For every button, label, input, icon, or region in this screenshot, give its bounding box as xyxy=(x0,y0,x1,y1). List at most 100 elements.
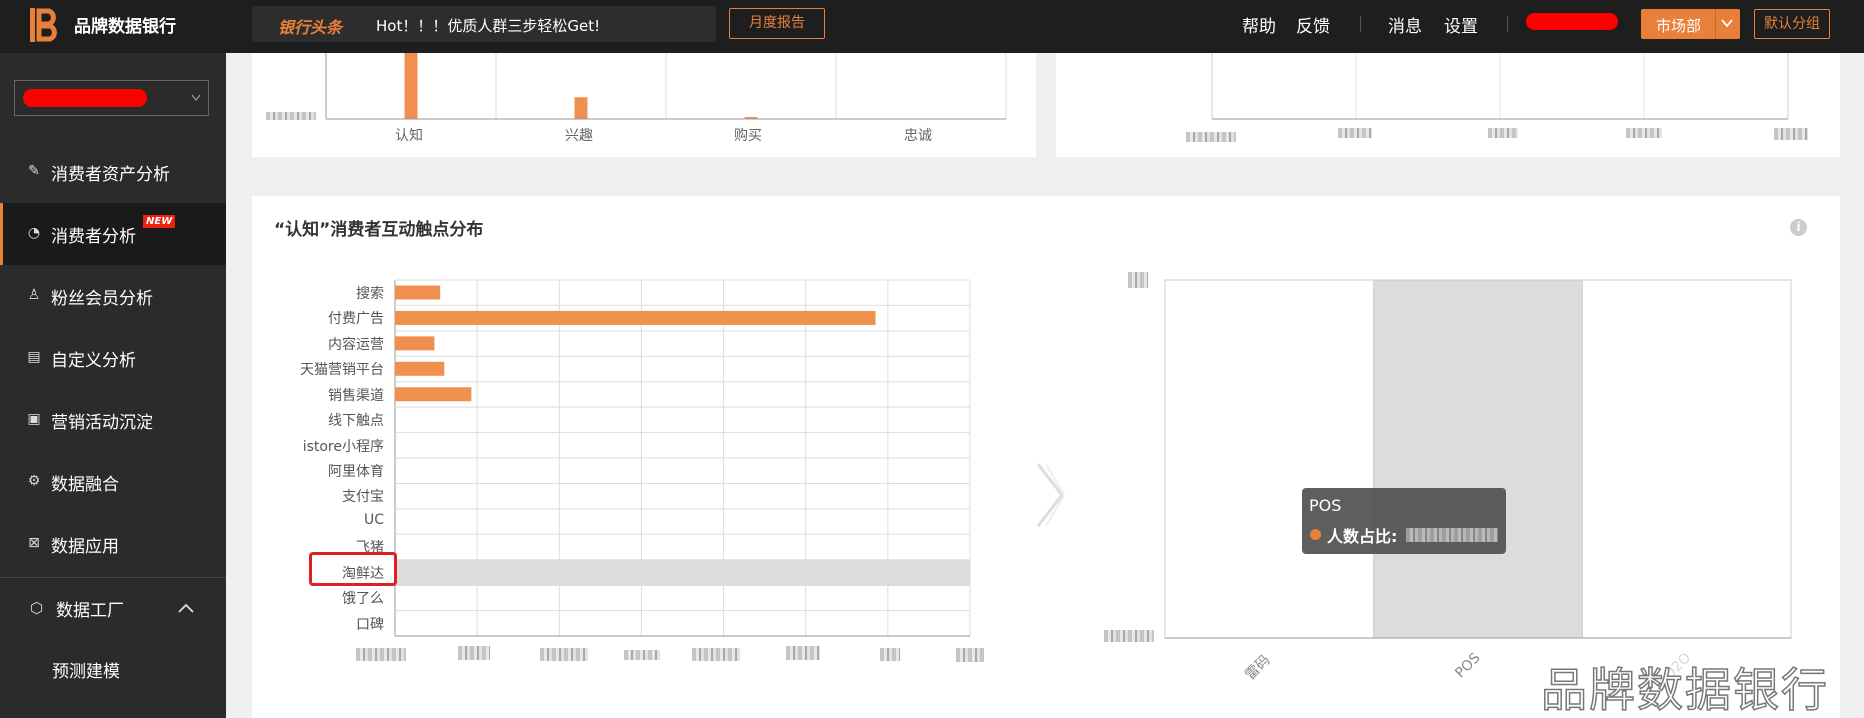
chevron-up-icon[interactable] xyxy=(178,603,194,613)
sidebar-item-fan-analysis[interactable]: ♙ 粉丝会员分析 xyxy=(0,265,226,327)
app-icon: ⊠ xyxy=(28,535,40,551)
bar xyxy=(395,285,441,300)
touchpoint-bar-chart xyxy=(394,279,971,637)
series-dot xyxy=(1310,529,1321,540)
channel-bar-chart xyxy=(1164,279,1792,639)
sidebar-item-consumer-analysis[interactable]: ◔ 消费者分析 NEW xyxy=(0,203,226,265)
help-link[interactable]: 帮助 xyxy=(1242,12,1276,37)
hover-band xyxy=(1373,280,1583,638)
gauge-icon: ◔ xyxy=(27,225,41,241)
sidebar-item-data-app[interactable]: ⊠ 数据应用 xyxy=(0,513,226,575)
logo-icon xyxy=(30,8,57,42)
axis-value-blurred xyxy=(1626,128,1662,138)
axis-value-blurred xyxy=(1186,132,1236,142)
axis-value-blurred xyxy=(458,646,490,660)
store-select[interactable] xyxy=(14,80,209,116)
y-tick-label: istore小程序 xyxy=(302,438,384,455)
y-tick-label: 销售渠道 xyxy=(328,387,384,404)
monthly-report-button[interactable]: 月度报告 xyxy=(729,8,825,39)
feedback-link[interactable]: 反馈 xyxy=(1296,12,1330,37)
y-tick-label: 内容运营 xyxy=(328,336,384,353)
chart-tooltip: POS 人数占比: xyxy=(1302,488,1506,554)
messages-link[interactable]: 消息 xyxy=(1388,12,1422,37)
x-tick-label: 认知 xyxy=(395,128,423,144)
bar xyxy=(395,387,472,402)
sidebar-subitem-predictive-modeling[interactable]: 预测建模 xyxy=(52,657,120,682)
news-text[interactable]: Hot！！！优质人群三步轻松Get! xyxy=(376,15,600,36)
chevron-down-icon xyxy=(191,94,201,102)
new-badge: NEW xyxy=(143,215,176,228)
axis-value-blurred xyxy=(1104,630,1154,642)
sidebar-item-label: 自定义分析 xyxy=(51,351,136,371)
axis-value-blurred xyxy=(786,646,820,660)
x-tick-label: 兴趣 xyxy=(565,128,593,144)
highlight-box xyxy=(309,552,397,586)
department-label: 市场部 xyxy=(1656,17,1702,35)
chevron-down-icon[interactable] xyxy=(1721,17,1733,29)
axis-value-blurred xyxy=(1488,128,1518,138)
divider xyxy=(0,577,226,578)
y-tick-label: 饿了么 xyxy=(342,591,384,608)
page-title: “认知”消费者互动触点分布 xyxy=(274,220,484,240)
top-bar: 品牌数据银行 银行头条 Hot！！！优质人群三步轻松Get! 月度报告 帮助 反… xyxy=(0,0,1864,53)
tooltip-value-blurred xyxy=(1406,528,1498,542)
user-name-redacted[interactable] xyxy=(1526,13,1618,30)
axis-value-blurred xyxy=(540,648,588,661)
y-tick-label: 付费广告 xyxy=(328,311,384,328)
sidebar-item-label: 消费者分析 xyxy=(51,227,136,247)
news-tag: 银行头条 xyxy=(278,18,343,37)
axis-value-blurred xyxy=(956,648,984,662)
axis-value-blurred xyxy=(266,112,316,120)
department-select[interactable]: 市场部 xyxy=(1641,9,1740,39)
sidebar-item-data-merge[interactable]: ⚙ 数据融合 xyxy=(0,451,226,513)
sidebar-item-campaign[interactable]: ▣ 营销活动沉淀 xyxy=(0,389,226,451)
watermark-text: 品牌数据银行 xyxy=(1540,662,1829,718)
top-right-chart-card xyxy=(1056,53,1840,157)
bar xyxy=(395,336,435,351)
bar xyxy=(395,310,876,325)
x-tick-label: 忠诚 xyxy=(904,128,932,144)
chevron-right-icon[interactable] xyxy=(1034,462,1066,528)
sidebar-item-label: 数据融合 xyxy=(51,475,119,495)
divider xyxy=(1715,9,1716,39)
sidebar-item-asset-analysis[interactable]: ✎ 消费者资产分析 xyxy=(0,141,226,203)
x-tick-label: 购买 xyxy=(734,128,762,144)
campaign-icon: ▣ xyxy=(27,411,41,427)
bar xyxy=(574,97,588,119)
axis-value-blurred xyxy=(1128,272,1148,288)
sidebar-item-label: 消费者资产分析 xyxy=(51,165,170,185)
axis-value-blurred xyxy=(624,650,660,660)
funnel-chart-card: 认知 兴趣 购买 忠诚 xyxy=(252,53,1036,157)
y-tick-label: 支付宝 xyxy=(342,489,384,506)
users-icon: ♙ xyxy=(27,287,41,303)
sidebar-item-label: 营销活动沉淀 xyxy=(51,413,153,433)
top-right-chart xyxy=(1211,53,1789,120)
axis-value-blurred xyxy=(356,648,406,661)
bar xyxy=(404,53,418,119)
store-name-redacted xyxy=(23,89,147,107)
custom-icon: ▤ xyxy=(27,349,41,365)
bar xyxy=(395,361,445,376)
info-icon[interactable]: i xyxy=(1790,219,1807,236)
divider xyxy=(1507,16,1508,32)
merge-icon: ⚙ xyxy=(27,473,41,489)
divider xyxy=(1360,16,1361,32)
logo-text[interactable]: 品牌数据银行 xyxy=(74,12,176,37)
sidebar-item-label: 数据应用 xyxy=(51,537,119,557)
sidebar: ✎ 消费者资产分析 ◔ 消费者分析 NEW ♙ 粉丝会员分析 ▤ 自定义分析 ▣… xyxy=(0,53,226,718)
axis-value-blurred xyxy=(1774,128,1808,140)
default-group-button[interactable]: 默认分组 xyxy=(1754,9,1830,39)
news-ticker[interactable]: 银行头条 Hot！！！优质人群三步轻松Get! xyxy=(252,6,716,42)
settings-link[interactable]: 设置 xyxy=(1444,12,1478,37)
y-tick-label: 线下触点 xyxy=(328,413,384,430)
tooltip-label: 人数占比: xyxy=(1327,527,1398,546)
y-tick-label: 阿里体育 xyxy=(328,464,384,480)
axis-value-blurred xyxy=(692,648,740,661)
sidebar-item-data-factory[interactable]: 数据工厂 xyxy=(56,596,124,621)
edit-icon: ✎ xyxy=(28,163,40,179)
y-tick-label: 搜索 xyxy=(356,286,384,302)
y-tick-label: UC xyxy=(363,511,384,528)
sidebar-item-custom-analysis[interactable]: ▤ 自定义分析 xyxy=(0,327,226,389)
axis-value-blurred xyxy=(1338,128,1372,138)
cube-icon: ⬡ xyxy=(30,599,44,617)
